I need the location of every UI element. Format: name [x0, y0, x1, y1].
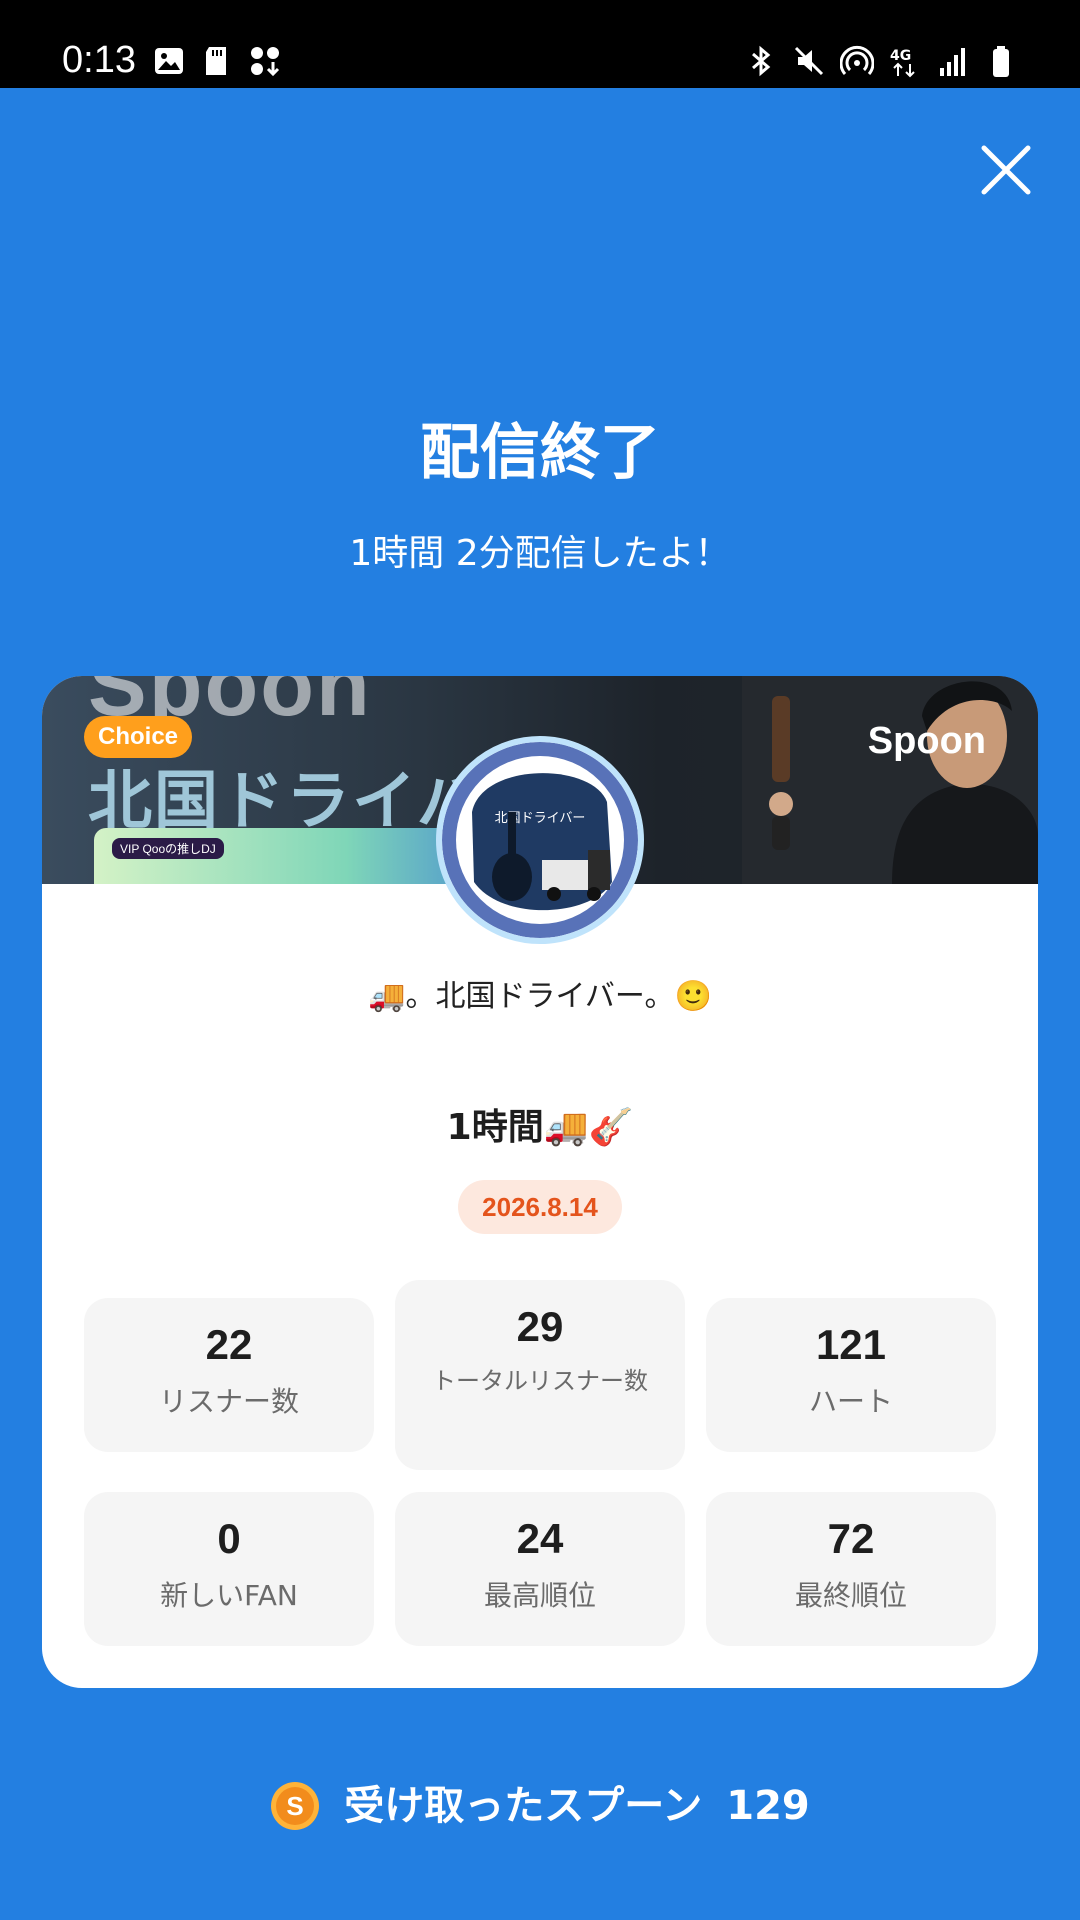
mute-icon — [794, 46, 824, 76]
gallery-icon — [155, 48, 183, 74]
banner-illustration — [742, 676, 1038, 884]
signal-icon — [940, 48, 965, 76]
stat-value: 0 — [217, 1515, 241, 1562]
avatar: 北国ドライバー — [436, 736, 644, 944]
broadcast-summary-card: Spoon 北国ドライバ VIP Qooの推しDJ Choice Spoon 北… — [42, 676, 1038, 1688]
stat-hearts: 121 ハート — [706, 1298, 996, 1452]
status-time: 0:13 — [62, 39, 136, 81]
stat-best-rank: 24 最高順位 — [395, 1492, 685, 1646]
stat-label: 最終順位 — [794, 1579, 907, 1612]
live-title: 1時間🚚🎸 — [446, 1107, 634, 1148]
stat-listeners: 22 リスナー数 — [84, 1298, 374, 1452]
stat-value: 29 — [516, 1303, 564, 1350]
close-button[interactable] — [978, 142, 1034, 198]
stat-label: トータルリスナー数 — [432, 1367, 648, 1395]
stat-label: 最高順位 — [483, 1579, 596, 1612]
spoons-label: 受け取ったスプーン — [344, 1783, 703, 1829]
svg-text:4G: 4G — [890, 48, 911, 64]
sd-card-icon — [206, 47, 226, 75]
status-bar: 0:13 4G — [0, 0, 1080, 88]
svg-text:S: S — [287, 1791, 304, 1821]
stat-value: 121 — [815, 1321, 887, 1368]
spoon-coin-icon: S — [271, 1782, 320, 1830]
stat-value: 24 — [516, 1515, 564, 1562]
bluetooth-icon — [752, 45, 771, 77]
banner-mini-card: VIP Qooの推しDJ — [94, 828, 454, 884]
stat-value: 72 — [827, 1515, 875, 1562]
stat-value: 22 — [205, 1321, 253, 1368]
stat-total-listeners: 29 トータルリスナー数 — [395, 1280, 685, 1470]
broadcast-duration: 1時間 2分配信したよ！ — [349, 533, 731, 574]
received-spoons: S 受け取ったスプーン 129 — [0, 1778, 1080, 1834]
4g-icon: 4G — [890, 48, 915, 78]
banner-mini-tag: VIP Qooの推しDJ — [112, 838, 224, 859]
avatar-image: 北国ドライバー — [442, 742, 638, 938]
stat-label: リスナー数 — [158, 1385, 299, 1418]
stat-label: ハート — [808, 1385, 893, 1418]
hotspot-icon — [840, 45, 874, 75]
choice-badge: Choice — [84, 716, 193, 758]
app-icon — [251, 47, 280, 77]
stat-label: 新しいFAN — [160, 1579, 298, 1612]
page-title: 配信終了 — [420, 418, 660, 488]
spoon-logo: Spoon — [867, 720, 986, 762]
stat-final-rank: 72 最終順位 — [706, 1492, 996, 1646]
broadcast-date: 2026.8.14 — [458, 1180, 622, 1234]
stat-new-fans: 0 新しいFAN — [84, 1492, 374, 1646]
battery-icon — [993, 46, 1009, 77]
spoons-count: 129 — [726, 1783, 810, 1829]
dj-name: 🚚。北国ドライバー。🙂 — [368, 979, 712, 1014]
